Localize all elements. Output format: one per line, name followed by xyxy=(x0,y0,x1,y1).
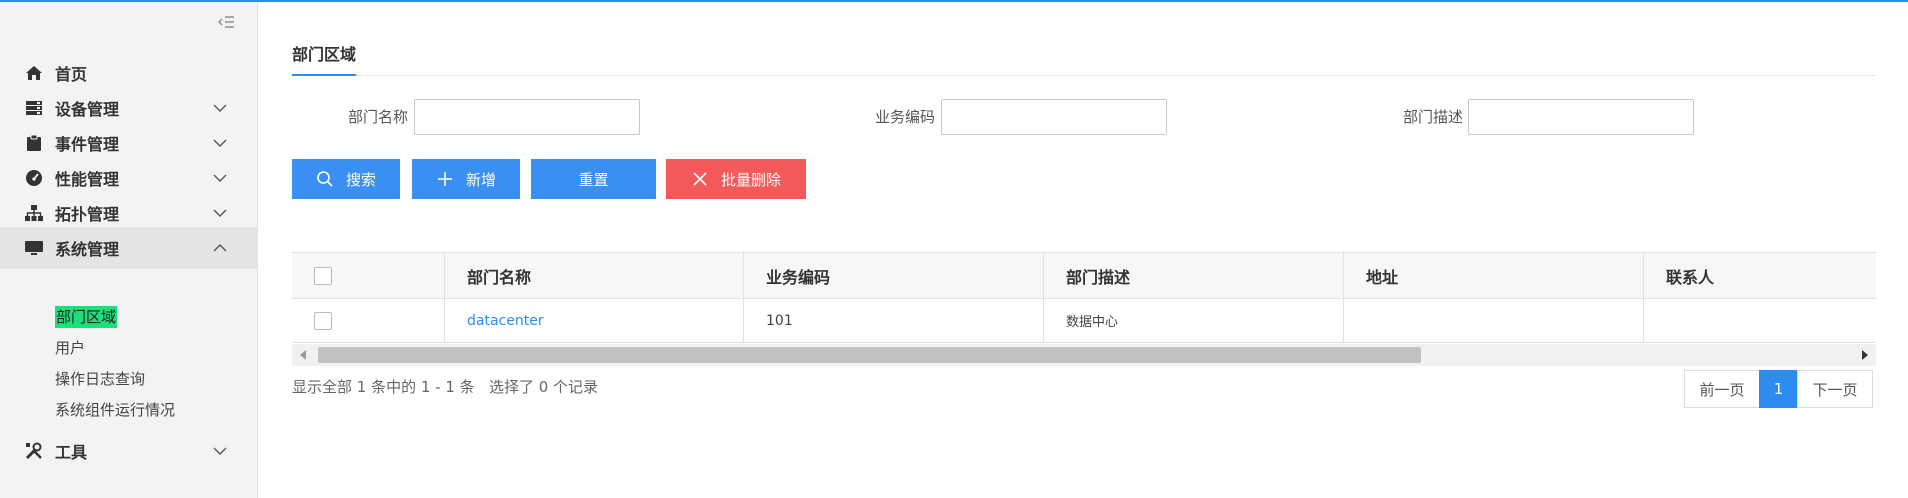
table-header-row: 部门名称 业务编码 部门描述 地址 联系人 xyxy=(292,252,1876,299)
sidebar-subitem-dept-area[interactable]: 部门区域 xyxy=(55,306,118,328)
search-button[interactable]: 搜索 xyxy=(292,159,400,199)
batch-delete-button[interactable]: 批量删除 xyxy=(666,159,806,199)
clipboard-icon xyxy=(24,133,44,153)
scroll-right-arrow-icon[interactable] xyxy=(1860,349,1870,361)
next-page-button[interactable]: 下一页 xyxy=(1797,370,1873,408)
select-all-checkbox[interactable] xyxy=(314,266,332,285)
dept-name-label: 部门名称 xyxy=(347,108,408,126)
sitemap-icon xyxy=(24,203,44,223)
main-content: 部门区域 部门名称 业务编码 部门描述 搜索 新增 重置 批量删除 部门名称 业… xyxy=(258,2,1908,498)
plus-icon xyxy=(436,170,454,188)
dept-name-link[interactable]: datacenter xyxy=(467,313,544,329)
sidebar-item-label: 设备管理 xyxy=(55,100,120,119)
cell-dept-name: datacenter xyxy=(445,299,744,342)
table-row: datacenter 101 数据中心 xyxy=(292,299,1876,343)
chevron-up-icon xyxy=(212,240,228,256)
tab-strip: 部门区域 xyxy=(292,42,1876,76)
search-button-label: 搜索 xyxy=(345,170,376,189)
search-icon xyxy=(316,170,334,188)
sidebar-item-tools[interactable]: 工具 xyxy=(0,430,258,472)
cell-contact xyxy=(1644,299,1876,342)
sidebar-item-label: 事件管理 xyxy=(55,135,120,154)
sidebar-item-label: 首页 xyxy=(55,65,88,84)
column-header-desc[interactable]: 部门描述 xyxy=(1044,253,1344,298)
server-icon xyxy=(24,98,44,118)
add-button-label: 新增 xyxy=(465,170,496,189)
dept-name-input[interactable] xyxy=(414,99,640,135)
row-checkbox[interactable] xyxy=(314,311,332,330)
add-button[interactable]: 新增 xyxy=(412,159,520,199)
sidebar-item-system[interactable]: 系统管理 xyxy=(0,227,258,269)
chevron-down-icon xyxy=(212,135,228,151)
dept-desc-label: 部门描述 xyxy=(1402,108,1463,126)
horizontal-scrollbar[interactable] xyxy=(292,344,1876,366)
chevron-down-icon xyxy=(212,205,228,221)
scrollbar-thumb[interactable] xyxy=(318,347,1421,363)
close-icon xyxy=(691,170,709,188)
column-header-biz-code[interactable]: 业务编码 xyxy=(744,253,1044,298)
chevron-down-icon xyxy=(212,443,228,459)
cell-address xyxy=(1344,299,1644,342)
monitor-icon xyxy=(24,238,44,258)
row-checkbox-cell xyxy=(292,299,445,342)
sidebar-item-label: 性能管理 xyxy=(55,170,120,189)
scroll-left-arrow-icon[interactable] xyxy=(298,349,308,361)
biz-code-input[interactable] xyxy=(941,99,1167,135)
column-header-contact[interactable]: 联系人 xyxy=(1644,253,1876,298)
dashboard-icon xyxy=(24,168,44,188)
batch-delete-button-label: 批量删除 xyxy=(720,170,781,189)
prev-page-button[interactable]: 前一页 xyxy=(1684,370,1760,408)
home-icon xyxy=(24,63,44,83)
column-header-address[interactable]: 地址 xyxy=(1344,253,1644,298)
sidebar-subitem-operation-log[interactable]: 操作日志查询 xyxy=(55,368,145,390)
sidebar-subitem-users[interactable]: 用户 xyxy=(55,337,85,359)
header-checkbox-cell xyxy=(292,253,445,298)
tab-dept-area[interactable]: 部门区域 xyxy=(292,42,357,76)
chevron-down-icon xyxy=(212,170,228,186)
collapse-menu-icon[interactable] xyxy=(218,14,236,30)
records-info: 显示全部 1 条中的 1 - 1 条 选择了 0 个记录 xyxy=(292,378,599,396)
cell-biz-code: 101 xyxy=(744,299,1044,342)
sidebar-item-label: 系统管理 xyxy=(55,240,120,259)
dept-desc-input[interactable] xyxy=(1468,99,1694,135)
sidebar-item-label: 工具 xyxy=(55,443,88,462)
chevron-down-icon xyxy=(212,100,228,116)
reset-button-label: 重置 xyxy=(578,170,609,189)
cell-desc: 数据中心 xyxy=(1044,299,1344,342)
sidebar-subitem-component-status[interactable]: 系统组件运行情况 xyxy=(55,399,175,421)
column-header-dept-name[interactable]: 部门名称 xyxy=(445,253,744,298)
biz-code-label: 业务编码 xyxy=(874,108,935,126)
page-1-button[interactable]: 1 xyxy=(1759,370,1798,408)
sidebar: 首页 设备管理 事件管理 性能管理 拓扑管理 系统管理 部门区域 用户 操作日志… xyxy=(0,2,258,498)
sidebar-item-label: 拓扑管理 xyxy=(55,205,120,224)
tools-icon xyxy=(24,441,44,461)
reset-button[interactable]: 重置 xyxy=(531,159,656,199)
